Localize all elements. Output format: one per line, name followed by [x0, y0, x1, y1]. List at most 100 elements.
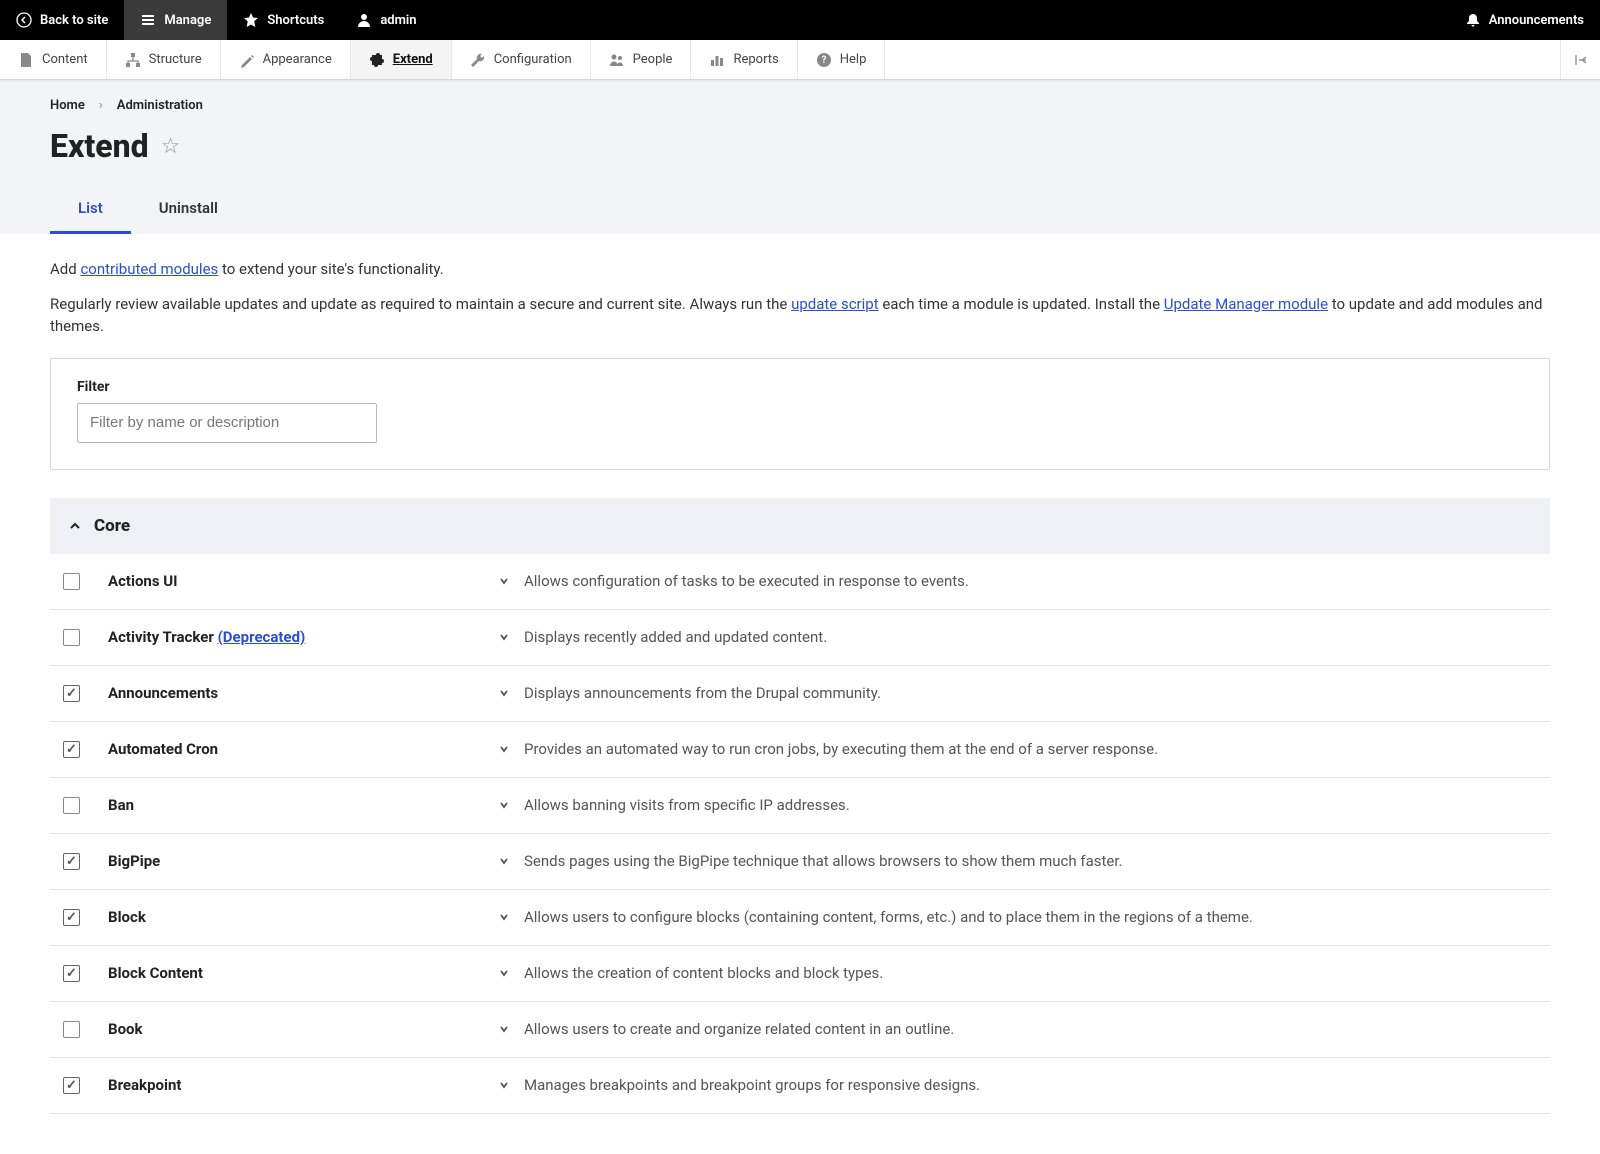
module-name: BigPipe	[108, 852, 498, 870]
expand-description-icon[interactable]	[498, 855, 512, 867]
tab-list[interactable]: List	[50, 185, 131, 234]
module-row: Announcements Displays announcements from…	[50, 666, 1550, 722]
module-row: Activity Tracker (Deprecated) Displays re…	[50, 610, 1550, 666]
module-checkbox[interactable]	[63, 685, 80, 702]
back-to-site-button[interactable]: Back to site	[0, 0, 124, 40]
expand-description-icon[interactable]	[498, 631, 512, 643]
favorite-star-icon[interactable]: ☆	[161, 134, 181, 159]
module-description: Displays announcements from the Drupal c…	[524, 684, 881, 702]
manage-label: Manage	[164, 13, 211, 28]
module-description: Provides an automated way to run cron jo…	[524, 740, 1158, 758]
module-checkbox[interactable]	[63, 909, 80, 926]
module-name: Announcements	[108, 684, 498, 702]
module-description: Allows banning visits from specific IP a…	[524, 796, 850, 814]
expand-description-icon[interactable]	[498, 911, 512, 923]
nav-appearance-label: Appearance	[263, 52, 332, 67]
module-description: Allows the creation of content blocks an…	[524, 964, 883, 982]
nav-appearance[interactable]: Appearance	[221, 40, 351, 79]
nav-help[interactable]: ? Help	[798, 40, 886, 79]
manage-button[interactable]: Manage	[124, 0, 227, 40]
module-checkbox[interactable]	[63, 741, 80, 758]
announcements-button[interactable]: Announcements	[1449, 0, 1600, 40]
nav-structure-label: Structure	[149, 52, 202, 67]
update-script-link[interactable]: update script	[791, 295, 879, 313]
module-name: Block	[108, 908, 498, 926]
collapse-icon	[1573, 52, 1589, 68]
expand-description-icon[interactable]	[498, 687, 512, 699]
expand-description-icon[interactable]	[498, 799, 512, 811]
appearance-icon	[239, 52, 255, 68]
module-row: Block Content Allows the creation of cont…	[50, 946, 1550, 1002]
tab-uninstall[interactable]: Uninstall	[131, 185, 246, 234]
toolbar-collapse-button[interactable]	[1560, 40, 1600, 79]
module-name: Breakpoint	[108, 1076, 498, 1094]
module-row: Ban Allows banning visits from specific I…	[50, 778, 1550, 834]
module-row: Actions UI Allows configuration of tasks …	[50, 554, 1550, 610]
nav-structure[interactable]: Structure	[107, 40, 221, 79]
shortcuts-label: Shortcuts	[267, 13, 324, 28]
module-description: Allows users to configure blocks (contai…	[524, 908, 1253, 926]
bar-chart-icon	[709, 52, 725, 68]
chevron-right-icon: ›	[99, 98, 103, 113]
star-icon	[243, 12, 259, 28]
user-label: admin	[380, 13, 416, 28]
bell-icon	[1465, 12, 1481, 28]
module-row: BigPipe Sends pages using the BigPipe tec…	[50, 834, 1550, 890]
structure-icon	[125, 52, 141, 68]
nav-configuration[interactable]: Configuration	[452, 40, 591, 79]
user-button[interactable]: admin	[340, 0, 432, 40]
breadcrumb-home[interactable]: Home	[50, 98, 85, 113]
help-icon: ?	[816, 52, 832, 68]
filter-input[interactable]	[77, 403, 377, 443]
user-icon	[356, 12, 372, 28]
module-name: Book	[108, 1020, 498, 1038]
module-checkbox[interactable]	[63, 1021, 80, 1038]
wrench-icon	[470, 52, 486, 68]
section-title: Core	[94, 516, 130, 536]
module-row: Automated CronProvides an automated way …	[50, 722, 1550, 778]
expand-description-icon[interactable]	[498, 1023, 512, 1035]
nav-content[interactable]: Content	[0, 40, 107, 79]
update-manager-link[interactable]: Update Manager module	[1164, 295, 1328, 313]
intro-line1: Add contributed modules to extend your s…	[50, 258, 1550, 281]
deprecated-link[interactable]: (Deprecated)	[218, 628, 306, 646]
nav-reports-label: Reports	[733, 52, 778, 67]
module-checkbox[interactable]	[63, 1077, 80, 1094]
module-name: Activity Tracker (Deprecated)	[108, 628, 498, 646]
module-description: Displays recently added and updated cont…	[524, 628, 827, 646]
expand-description-icon[interactable]	[498, 967, 512, 979]
module-name: Ban	[108, 796, 498, 814]
module-row: BookAllows users to create and organize …	[50, 1002, 1550, 1058]
module-description: Sends pages using the BigPipe technique …	[524, 852, 1123, 870]
announcements-label: Announcements	[1489, 13, 1584, 28]
nav-reports[interactable]: Reports	[691, 40, 797, 79]
module-checkbox[interactable]	[63, 965, 80, 982]
people-icon	[609, 52, 625, 68]
nav-people[interactable]: People	[591, 40, 692, 79]
module-name: Block Content	[108, 964, 498, 982]
module-checkbox[interactable]	[63, 629, 80, 646]
contributed-modules-link[interactable]: contributed modules	[80, 260, 218, 278]
shortcuts-button[interactable]: Shortcuts	[227, 0, 340, 40]
module-row: Block Allows users to configure blocks (c…	[50, 890, 1550, 946]
section-header-core[interactable]: Core	[50, 498, 1550, 554]
nav-extend[interactable]: Extend	[351, 40, 452, 79]
expand-description-icon[interactable]	[498, 1079, 512, 1091]
chevron-up-icon	[68, 519, 82, 533]
hamburger-icon	[140, 12, 156, 28]
page-title: Extend	[50, 127, 149, 165]
module-description: Allows configuration of tasks to be exec…	[524, 572, 969, 590]
module-name: Actions UI	[108, 572, 498, 590]
module-checkbox[interactable]	[63, 573, 80, 590]
module-checkbox[interactable]	[63, 853, 80, 870]
expand-description-icon[interactable]	[498, 575, 512, 587]
breadcrumb-admin[interactable]: Administration	[117, 98, 203, 113]
expand-description-icon[interactable]	[498, 743, 512, 755]
nav-extend-label: Extend	[393, 52, 433, 67]
nav-configuration-label: Configuration	[494, 52, 572, 67]
module-checkbox[interactable]	[63, 797, 80, 814]
breadcrumb: Home › Administration	[50, 98, 1550, 113]
document-icon	[18, 52, 34, 68]
intro-line2: Regularly review available updates and u…	[50, 293, 1550, 338]
nav-help-label: Help	[840, 52, 867, 67]
